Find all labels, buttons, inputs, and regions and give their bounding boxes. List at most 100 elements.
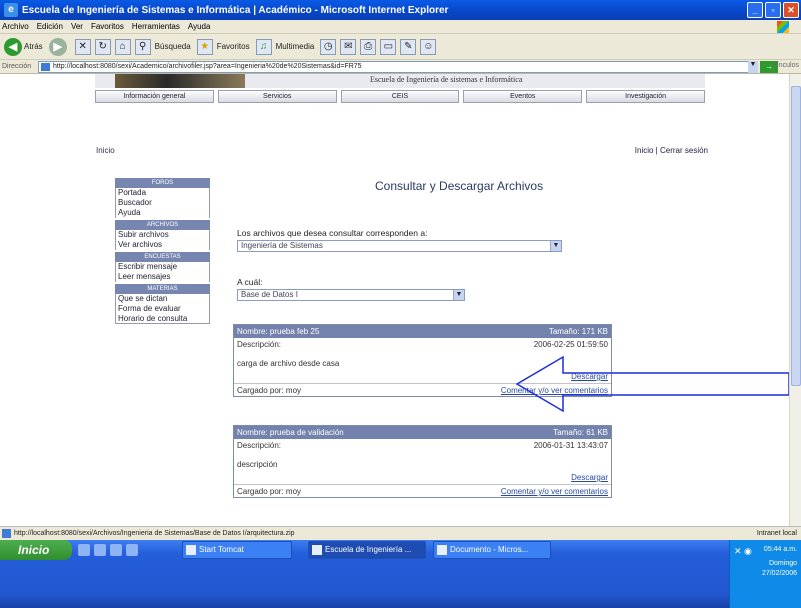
stop-icon[interactable]: ✕	[74, 38, 91, 55]
start-button[interactable]: Inicio	[0, 540, 72, 560]
task-label: Escuela de Ingeniería ...	[325, 545, 412, 554]
subject-select[interactable]: Base de Datos I ▼	[237, 289, 465, 301]
quick-launch-icon[interactable]	[126, 544, 138, 556]
word-icon	[437, 545, 447, 555]
task-label: Documento - Micros...	[450, 545, 529, 554]
sidebar-head-archivos: ARCHIVOS	[115, 220, 210, 230]
menu-bar: Archivo Edición Ver Favoritos Herramient…	[0, 20, 801, 34]
address-bar: Dirección http://localhost:8080/sexi/Aca…	[0, 60, 801, 74]
links-label[interactable]: Vínculos	[772, 62, 799, 69]
task-ie-window[interactable]: Escuela de Ingeniería ...	[308, 541, 426, 559]
menu-favoritos[interactable]: Favoritos	[91, 22, 124, 31]
address-label: Dirección	[2, 63, 32, 70]
tray-icons[interactable]: ✕ ◉	[734, 546, 752, 557]
vertical-scrollbar[interactable]	[789, 74, 801, 526]
ie-icon: e	[4, 3, 18, 17]
nav-ceis[interactable]: CEIS	[340, 90, 460, 103]
close-button[interactable]: ✕	[783, 2, 799, 18]
sidebar-item-portada[interactable]: Portada	[115, 188, 210, 198]
nav-informacion-general[interactable]: Información general	[95, 90, 214, 103]
system-tray: ✕ ◉ 05:44 a.m. Domingo 27/02/2006	[729, 540, 801, 608]
session-links[interactable]: Inicio | Cerrar sesión	[635, 146, 708, 155]
file-description: descripción	[237, 460, 278, 469]
file-download-row: Descargar	[234, 471, 611, 484]
home-icon[interactable]: ⌂	[114, 38, 131, 55]
favorites-button[interactable]: ★ Favoritos	[196, 38, 250, 55]
forward-button[interactable]: ▶	[48, 37, 69, 56]
window-titlebar[interactable]: e Escuela de Ingeniería de Sistemas e In…	[0, 0, 801, 20]
file-desc-label: Descripción:	[237, 340, 282, 349]
menu-herramientas[interactable]: Herramientas	[132, 22, 180, 31]
nav-servicios[interactable]: Servicios	[217, 90, 337, 103]
multimedia-label: Multimedia	[275, 42, 315, 51]
file-name: Nombre: prueba de validación	[237, 428, 344, 437]
maximize-button[interactable]: ▫	[765, 2, 781, 18]
nav-investigacion[interactable]: Investigación	[586, 90, 705, 103]
file-card: Nombre: prueba de validación Tamaño: 61 …	[233, 425, 612, 498]
menu-ver[interactable]: Ver	[71, 22, 83, 31]
folder-icon[interactable]: ▭	[380, 38, 397, 55]
clock-day: Domingo	[768, 560, 797, 567]
back-button[interactable]: ◀ Atrás	[4, 37, 43, 56]
quick-launch	[78, 544, 138, 556]
windows-logo-icon	[777, 21, 789, 33]
sidebar-item-escribir-mensaje[interactable]: Escribir mensaje	[115, 262, 210, 272]
quick-launch-icon[interactable]	[110, 544, 122, 556]
home-link[interactable]: Inicio	[96, 146, 115, 155]
file-description: carga de archivo desde casa	[237, 359, 340, 368]
area-select[interactable]: Ingeniería de Sistemas ▼	[237, 240, 562, 252]
file-name: Nombre: prueba feb 25	[237, 327, 320, 336]
menu-archivo[interactable]: Archivo	[2, 22, 29, 31]
comments-link[interactable]: Comentar y/o ver comentarios	[501, 485, 608, 497]
page-icon	[41, 63, 50, 71]
file-desc-row: descripción	[234, 458, 611, 471]
sidebar-head-foros: FOROS	[115, 178, 210, 188]
scrollbar-thumb[interactable]	[791, 86, 801, 386]
zone-label: Intranet local	[756, 530, 797, 537]
sidebar-item-ver-archivos[interactable]: Ver archivos	[115, 240, 210, 250]
file-uploader: Cargado por: moy	[237, 487, 302, 496]
messenger-icon[interactable]: ☺	[420, 38, 437, 55]
file-desc-label: Descripción:	[237, 441, 282, 450]
multimedia-button[interactable]: ♫ Multimedia	[255, 38, 315, 55]
download-link[interactable]: Descargar	[571, 471, 608, 484]
address-input[interactable]: http://localhost:8080/sexi/Academico/arc…	[38, 61, 754, 73]
search-label: Búsqueda	[154, 42, 191, 51]
minimize-button[interactable]: _	[747, 2, 763, 18]
nav-eventos[interactable]: Eventos	[463, 90, 583, 103]
search-icon: ⚲	[134, 38, 151, 55]
sidebar-item-horario-de-consulta[interactable]: Horario de consulta	[115, 314, 210, 324]
sidebar-item-forma-de-evaluar[interactable]: Forma de evaluar	[115, 304, 210, 314]
mail-icon[interactable]: ✉	[340, 38, 357, 55]
refresh-icon[interactable]: ↻	[94, 38, 111, 55]
history-icon[interactable]: ◷	[320, 38, 337, 55]
menu-edicion[interactable]: Edición	[37, 22, 63, 31]
print-icon[interactable]: ⎙	[360, 38, 377, 55]
area-select-value: Ingeniería de Sistemas	[241, 241, 323, 250]
sidebar-item-que-se-dictan[interactable]: Que se dictan	[115, 294, 210, 304]
search-button[interactable]: ⚲ Búsqueda	[134, 38, 191, 55]
console-icon	[186, 545, 196, 555]
edit-icon[interactable]: ✎	[400, 38, 417, 55]
sidebar: FOROS Portada Buscador Ayuda ARCHIVOS Su…	[115, 176, 210, 324]
sidebar-item-subir-archivos[interactable]: Subir archivos	[115, 230, 210, 240]
task-word-document[interactable]: Documento - Micros...	[433, 541, 551, 559]
window-title: Escuela de Ingeniería de Sistemas e Info…	[22, 4, 449, 16]
sidebar-item-buscador[interactable]: Buscador	[115, 198, 210, 208]
ie-icon	[312, 545, 322, 555]
page-title: Consultar y Descargar Archivos	[375, 179, 544, 193]
back-label: Atrás	[24, 42, 43, 51]
menu-ayuda[interactable]: Ayuda	[188, 22, 211, 31]
clock-time[interactable]: 05:44 a.m.	[764, 546, 797, 553]
site-banner: Escuela de Ingeniería de sistemas e Info…	[95, 74, 705, 88]
quick-launch-icon[interactable]	[78, 544, 90, 556]
banner-image	[115, 74, 245, 88]
browser-toolbar: ◀ Atrás ▶ ✕ ↻ ⌂ ⚲ Búsqueda ★ Favoritos ♫…	[0, 34, 801, 60]
address-dropdown-icon[interactable]: ▼	[748, 61, 758, 73]
task-label: Start Tomcat	[199, 545, 244, 554]
sidebar-item-ayuda[interactable]: Ayuda	[115, 208, 210, 218]
quick-launch-icon[interactable]	[94, 544, 106, 556]
sidebar-item-leer-mensajes[interactable]: Leer mensajes	[115, 272, 210, 282]
media-icon: ♫	[255, 38, 272, 55]
task-start-tomcat[interactable]: Start Tomcat	[182, 541, 292, 559]
